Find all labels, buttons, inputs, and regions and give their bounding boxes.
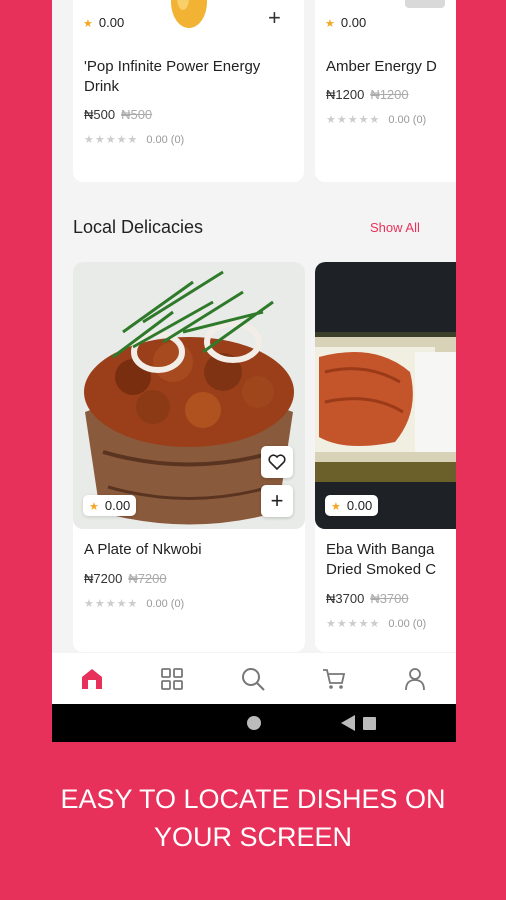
section-title: Local Delicacies bbox=[73, 217, 204, 237]
nav-home[interactable] bbox=[76, 663, 108, 695]
cart-icon bbox=[323, 669, 346, 689]
review-count: 0.00 (0) bbox=[388, 618, 427, 630]
home-scroll[interactable]: ★ 0.00 + 'Pop Infinite Power Energy Drink… bbox=[52, 0, 456, 653]
product-price: ₦1200 ₦1200 bbox=[326, 87, 409, 102]
nav-cart[interactable] bbox=[318, 663, 350, 695]
rating-badge: ★ 0.00 bbox=[325, 495, 379, 516]
product-card[interactable]: + ★ 0.00 A Plate of Nkwobi ₦7200 ₦7200 ★★★… bbox=[73, 262, 305, 652]
old-price: ₦1200 bbox=[370, 87, 409, 102]
add-to-cart-button[interactable]: + bbox=[261, 485, 293, 517]
product-name: 'Pop Infinite Power Energy Drink bbox=[84, 58, 261, 95]
back-icon[interactable] bbox=[341, 715, 355, 731]
product-price: ₦7200 ₦7200 bbox=[84, 571, 167, 586]
show-all-link[interactable]: Show All bbox=[370, 220, 420, 235]
nav-search[interactable] bbox=[237, 663, 269, 695]
rating-badge: ★ 0.00 bbox=[77, 12, 131, 33]
review-stars: ★★★★★ 0.00 (0) bbox=[84, 134, 185, 146]
bottom-navigation bbox=[52, 653, 456, 704]
product-name: Eba With Banga Dried Smoked C bbox=[326, 541, 437, 578]
recents-icon[interactable] bbox=[363, 717, 376, 730]
promo-tagline: EASY TO LOCATE DISHES ON YOUR SCREEN bbox=[60, 784, 446, 852]
star-icon: ★ bbox=[83, 18, 93, 30]
product-image bbox=[405, 0, 445, 8]
nav-profile[interactable] bbox=[399, 663, 431, 695]
profile-icon bbox=[405, 668, 425, 691]
search-icon bbox=[242, 668, 265, 691]
heart-icon bbox=[268, 454, 286, 470]
review-stars: ★★★★★ 0.00 (0) bbox=[326, 618, 427, 630]
star-icon: ★ bbox=[331, 501, 341, 513]
star-icon: ★ bbox=[325, 18, 335, 30]
home-icon bbox=[82, 669, 102, 689]
favorite-button[interactable] bbox=[261, 446, 293, 478]
home-button-icon[interactable] bbox=[247, 716, 261, 730]
product-card[interactable]: ★ 0.00 Amber Energy D ₦1200 ₦1200 ★★★★★ 0.0… bbox=[315, 0, 456, 182]
old-price: ₦3700 bbox=[370, 591, 409, 606]
product-image bbox=[315, 262, 456, 529]
review-stars: ★★★★★ 0.00 (0) bbox=[84, 598, 185, 610]
old-price: ₦7200 bbox=[128, 571, 167, 586]
nav-categories[interactable] bbox=[156, 663, 188, 695]
product-price: ₦500 ₦500 bbox=[84, 107, 153, 122]
product-name: A Plate of Nkwobi bbox=[84, 541, 202, 558]
review-count: 0.00 (0) bbox=[146, 598, 185, 610]
phone-screen: ★ 0.00 + 'Pop Infinite Power Energy Drink… bbox=[52, 0, 456, 742]
grid-icon bbox=[161, 668, 183, 690]
star-icon: ★ bbox=[89, 501, 99, 513]
add-to-cart-button[interactable]: + bbox=[268, 7, 281, 29]
review-stars: ★★★★★ 0.00 (0) bbox=[326, 114, 427, 126]
product-card[interactable]: ★ 0.00 Eba With Banga Dried Smoked C ₦370… bbox=[315, 262, 456, 652]
system-navigation-bar bbox=[52, 704, 456, 742]
review-count: 0.00 (0) bbox=[388, 114, 427, 126]
product-name: Amber Energy D bbox=[326, 58, 437, 75]
review-count: 0.00 (0) bbox=[146, 134, 185, 146]
product-image bbox=[165, 0, 213, 28]
rating-badge: ★ 0.00 bbox=[319, 12, 373, 33]
product-price: ₦3700 ₦3700 bbox=[326, 591, 409, 606]
product-card[interactable]: ★ 0.00 + 'Pop Infinite Power Energy Drink… bbox=[73, 0, 304, 182]
rating-badge: ★ 0.00 bbox=[83, 495, 137, 516]
old-price: ₦500 bbox=[121, 107, 153, 122]
